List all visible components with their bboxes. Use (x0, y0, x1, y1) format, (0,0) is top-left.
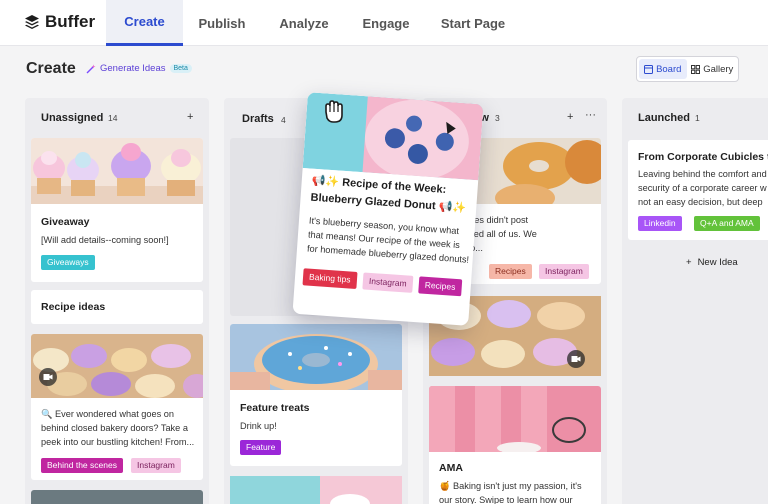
add-post-icon[interactable]: + (187, 111, 193, 123)
card-text: [Will add details--coming soon!] (41, 235, 169, 245)
donut-image (230, 324, 402, 390)
tab-start-page[interactable]: Start Page (436, 0, 510, 46)
tag-instagram[interactable]: Instagram (362, 272, 414, 293)
tag-instagram[interactable]: Instagram (539, 264, 589, 279)
tag-giveaways[interactable]: Giveaways (41, 255, 95, 270)
tag-recipes[interactable]: Recipes (418, 276, 462, 297)
view-toggle: Board Gallery (636, 56, 739, 82)
tag-recipes[interactable]: Recipes (489, 264, 532, 279)
new-idea-label: New Idea (697, 257, 738, 268)
pastries-image (31, 334, 203, 398)
board-view-button[interactable]: Board (639, 59, 687, 79)
plus-icon: + (686, 257, 692, 268)
video-icon (39, 368, 57, 386)
generate-ideas-button[interactable]: Generate Ideas Beta (86, 63, 192, 74)
column-unassigned: Unassigned 14 + Giveaway [Will add detai… (25, 98, 209, 504)
card-feature-treats[interactable]: Feature treats Drink up! Feature (230, 324, 402, 466)
tag-linkedin[interactable]: Linkedin (638, 216, 682, 231)
card-launched[interactable]: From Corporate Cubicles to Leaving behin… (628, 140, 768, 240)
card-recipe-ideas[interactable]: Recipe ideas (31, 290, 203, 324)
card-text-line: our story. Swipe to learn how our (439, 495, 573, 504)
card-text-line: 🍯 Baking isn't just my passion, it's (439, 481, 582, 491)
tab-create[interactable]: Create (106, 0, 183, 46)
partial-card-image (230, 476, 402, 504)
board-view-label: Board (656, 63, 682, 75)
card-ama[interactable]: AMA 🍯 Baking isn't just my passion, it's… (429, 386, 601, 504)
generate-ideas-label: Generate Ideas (100, 63, 166, 74)
card-title: Recipe ideas (41, 301, 106, 313)
card-text: Drink up! (240, 421, 277, 431)
new-idea-button[interactable]: + New Idea (686, 257, 738, 268)
card-text-line: behind closed bakery doors? Take a (41, 423, 188, 433)
more-options-icon[interactable]: ··· (585, 109, 596, 121)
gallery-icon (691, 64, 701, 74)
buffer-stack-icon (25, 15, 39, 29)
column-title: Launched (638, 112, 690, 124)
magic-wand-icon (86, 64, 96, 73)
tab-analyze[interactable]: Analyze (270, 0, 338, 46)
tab-engage[interactable]: Engage (352, 0, 420, 46)
tab-publish[interactable]: Publish (190, 0, 254, 46)
board-icon (644, 64, 654, 74)
card-text-line: 🔍 Ever wondered what goes on (41, 409, 174, 419)
card-text-line: peek into our bustling kitchen! From... (41, 437, 195, 447)
card-title: Giveaway (41, 216, 90, 228)
card-title: 📢✨ Recipe of the Week: Blueberry Glazed … (310, 173, 468, 217)
cupcakes-image (31, 138, 203, 204)
tag-baking-tips[interactable]: Baking tips (302, 268, 358, 289)
page-title: Create (26, 60, 76, 77)
add-post-icon[interactable]: + (567, 111, 573, 123)
column-launched: Launched 1 From Corporate Cubicles to Le… (622, 98, 768, 504)
logo-text: Buffer (45, 12, 96, 31)
card-giveaway[interactable]: Giveaway [Will add details--coming soon!… (31, 138, 203, 282)
column-title: Unassigned (41, 112, 104, 124)
video-icon (567, 350, 585, 368)
tag-behind-the-scenes[interactable]: Behind the scenes (41, 458, 123, 473)
gallery-view-button[interactable]: Gallery (689, 59, 737, 79)
column-count: 1 (695, 113, 700, 123)
tag-instagram[interactable]: Instagram (131, 458, 181, 473)
buffer-logo[interactable]: Buffer (24, 12, 95, 32)
column-count: 4 (281, 115, 286, 125)
grab-cursor-icon (325, 100, 343, 123)
gallery-view-label: Gallery (703, 63, 734, 75)
tag-feature[interactable]: Feature (240, 440, 282, 455)
tag-qa-and-ama[interactable]: Q+A and AMA (694, 216, 760, 231)
dragged-card-recipe-of-the-week[interactable]: 📢✨ Recipe of the Week: Blueberry Glazed … (292, 92, 484, 326)
column-title: Drafts (242, 113, 274, 125)
beta-badge: Beta (169, 64, 192, 73)
card-title: From Corporate Cubicles to (638, 151, 768, 163)
card-title: AMA (439, 462, 463, 474)
card-text-line: not an easy decision, but deep (638, 197, 763, 207)
card-text-line: security of a corporate career w (638, 183, 767, 193)
card-text-line: Leaving behind the comfort and (638, 169, 767, 179)
column-count: 14 (108, 113, 118, 123)
pink-cafe-image (429, 386, 601, 452)
card-partial[interactable] (31, 490, 203, 504)
column-count: 3 (495, 113, 500, 123)
top-navigation-bar: Buffer Create Publish Analyze Engage Sta… (0, 0, 768, 46)
card-behind-the-scenes[interactable]: 🔍 Ever wondered what goes on behind clos… (31, 334, 203, 480)
card-title: Feature treats (240, 402, 310, 414)
